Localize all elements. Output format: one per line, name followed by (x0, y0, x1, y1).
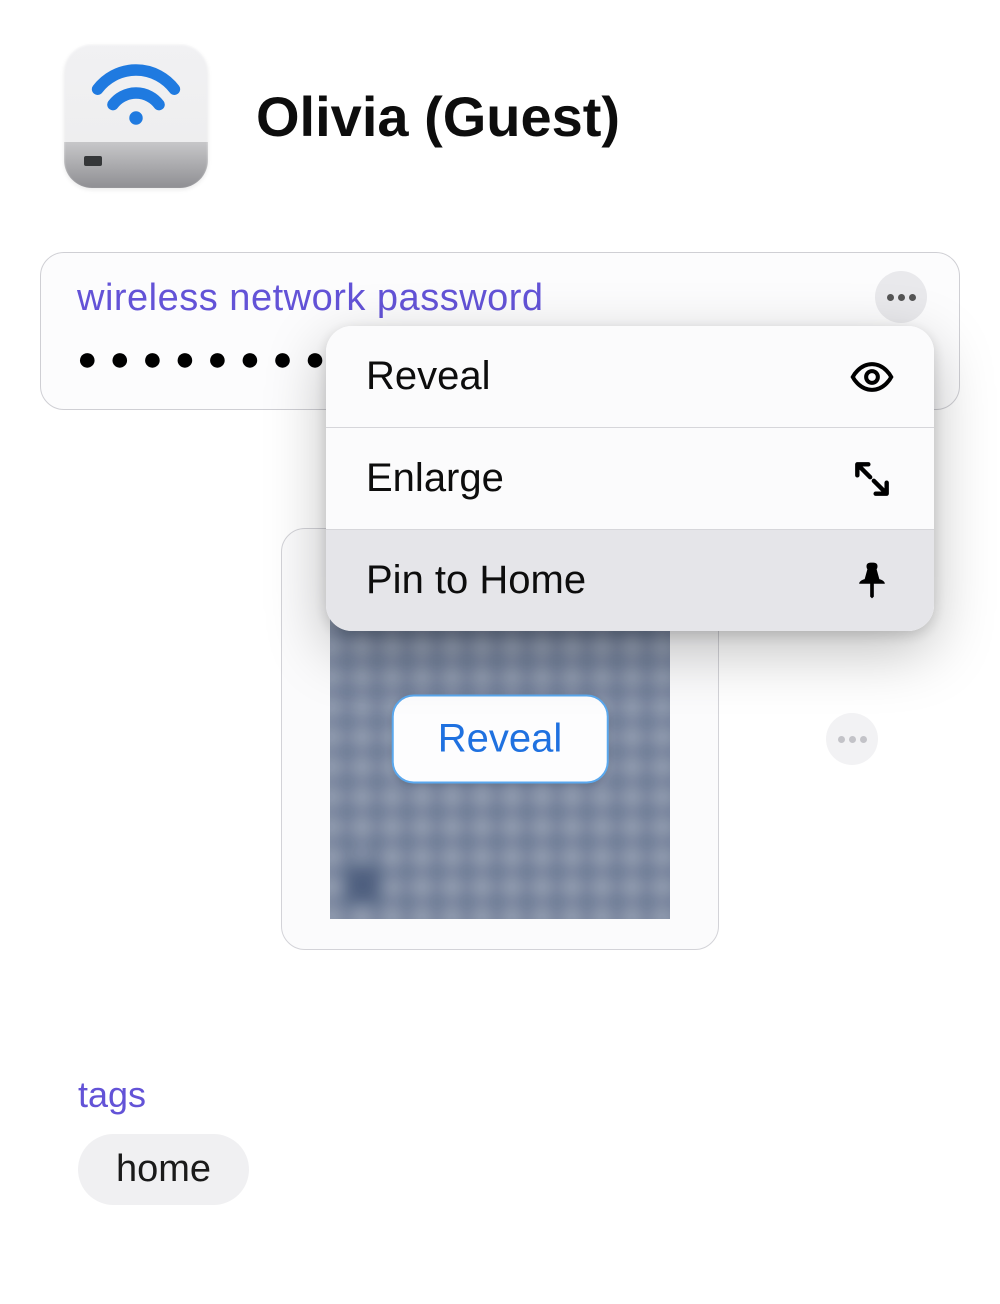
menu-item-pin-to-home[interactable]: Pin to Home (326, 530, 934, 631)
page-title: Olivia (Guest) (256, 84, 620, 149)
header: Olivia (Guest) (0, 0, 1000, 188)
qr-reveal-button[interactable]: Reveal (392, 695, 609, 784)
menu-item-label: Reveal (366, 354, 491, 399)
password-more-button[interactable] (875, 271, 927, 323)
tag-pill[interactable]: home (78, 1134, 249, 1205)
menu-item-label: Pin to Home (366, 558, 586, 603)
menu-item-enlarge[interactable]: Enlarge (326, 428, 934, 530)
more-horizontal-icon (887, 294, 894, 301)
qr-more-button[interactable] (826, 713, 878, 765)
pin-icon (850, 559, 894, 603)
menu-item-reveal[interactable]: Reveal (326, 326, 934, 428)
context-menu: Reveal Enlarge Pin to Home (326, 326, 934, 631)
eye-icon (850, 355, 894, 399)
expand-icon (850, 457, 894, 501)
more-horizontal-icon (838, 736, 845, 743)
tags-label: tags (78, 1074, 249, 1116)
password-field-label: wireless network password (77, 277, 923, 320)
wifi-router-icon (64, 44, 208, 188)
tags-section: tags home (78, 1074, 249, 1205)
router-led (84, 156, 102, 166)
wifi-icon (88, 58, 184, 130)
menu-item-label: Enlarge (366, 456, 504, 501)
